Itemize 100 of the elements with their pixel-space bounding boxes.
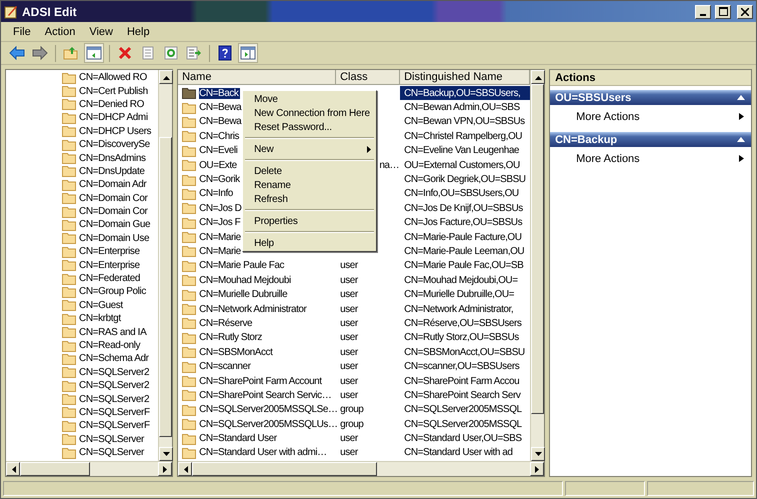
column-header[interactable]: Class [336, 70, 400, 85]
table-cell[interactable]: CN=Gorik [199, 174, 240, 186]
table-cell[interactable]: CN=SBSMonAcct [199, 346, 272, 358]
table-cell[interactable]: CN=Murielle Dubruille [199, 289, 288, 300]
column-header[interactable]: Distinguished Name [400, 70, 530, 85]
tree-item[interactable]: CN=SQLServer2 [79, 380, 150, 392]
actions-header: Actions [550, 70, 751, 86]
tree-item[interactable]: CN=DnsUpdate [79, 166, 145, 177]
menu-item[interactable]: Reset Password... [243, 120, 376, 134]
table-cell[interactable]: CN=Network Administrator [199, 304, 306, 315]
folder-icon [182, 375, 196, 387]
tree-item[interactable]: CN=RAS and IA [79, 326, 146, 338]
table-cell[interactable]: CN=SharePoint Farm Account [199, 376, 322, 386]
table-cell[interactable]: CN=Marie [199, 246, 241, 257]
action-item[interactable]: More Actions [550, 147, 751, 170]
tree-item[interactable]: CN=Cert Publish [79, 86, 148, 97]
tree-item[interactable]: CN=SQLServer2 [79, 394, 150, 405]
folder-icon [62, 272, 76, 285]
vertical-scrollbar[interactable] [158, 70, 172, 461]
tree-item[interactable]: CN=Domain Cor [79, 192, 148, 204]
table-cell[interactable]: CN=Bewa [199, 116, 242, 128]
tree-item[interactable]: CN=Group Polic [79, 286, 146, 298]
minimize-button[interactable] [695, 4, 711, 18]
maximize-button[interactable] [715, 4, 731, 18]
tree-item[interactable]: CN=SQLServer [79, 434, 144, 445]
tree-item[interactable]: CN=Federated [79, 273, 140, 284]
table-cell[interactable]: CN=Rutly Storz [199, 332, 262, 344]
table-cell[interactable]: CN=scanner [199, 361, 250, 372]
tree-item[interactable]: CN=Domain Adr [79, 179, 146, 190]
tree-item[interactable]: CN=DiscoverySe [79, 139, 150, 150]
menu-item[interactable]: Delete [243, 164, 376, 178]
table-cell: CN=Jos De Knijf,OU=SBSUs [404, 202, 523, 214]
menu-item[interactable]: New Connection from Here [243, 106, 376, 120]
table-cell[interactable]: CN=Standard User [199, 433, 277, 444]
table-cell[interactable]: CN=Marie [199, 232, 241, 243]
menu-item[interactable]: Help [120, 26, 157, 38]
forward-button[interactable] [30, 43, 50, 63]
menu-item[interactable]: Move [243, 92, 376, 106]
menu-item[interactable]: Properties [243, 214, 376, 228]
table-cell: user [340, 390, 358, 401]
menu-item[interactable]: Action [38, 26, 82, 38]
table-cell[interactable]: CN=Jos D [199, 202, 242, 214]
table-cell[interactable]: CN=SharePoint Search Servic… [199, 390, 332, 401]
menu-item[interactable]: Refresh [243, 192, 376, 206]
tree-item[interactable]: CN=Domain Gue [79, 219, 150, 230]
action-group-header[interactable]: CN=Backup [550, 132, 751, 147]
tree-item[interactable]: CN=Read-only [79, 340, 140, 351]
table-cell: user [340, 361, 358, 372]
tree-item[interactable]: CN=Schema Adr [79, 353, 149, 364]
action-item[interactable]: More Actions [550, 105, 751, 128]
tree-item[interactable]: CN=Domain Cor [79, 206, 148, 218]
back-button[interactable] [7, 43, 27, 63]
action-group-header[interactable]: OU=SBSUsers [550, 90, 751, 105]
table-cell[interactable]: CN=Standard User with admi… [199, 447, 327, 458]
tree-toggle-button[interactable] [84, 43, 104, 63]
tree-item[interactable]: CN=DHCP Admi [79, 112, 148, 124]
table-cell[interactable]: CN=Back [199, 88, 240, 99]
left-arrow-icon [182, 466, 189, 472]
table-cell[interactable]: CN=Réserve [199, 318, 252, 329]
table-cell: CN=Réserve,OU=SBSUsers [404, 318, 522, 329]
tree-item[interactable]: CN=Denied RO [79, 98, 144, 110]
tree-item[interactable]: CN=SQLServer2 [79, 366, 150, 378]
table-cell[interactable]: OU=Exte [199, 160, 237, 171]
table-cell[interactable]: CN=SQLServer2005MSSQLSe… [199, 404, 338, 416]
table-cell[interactable]: CN=Jos F [199, 217, 240, 228]
menu-item[interactable]: New [243, 142, 376, 156]
table-cell[interactable]: CN=Bewa [199, 102, 242, 114]
tree-item[interactable]: CN=SQLServer [79, 447, 144, 458]
menu-item[interactable]: Help [243, 236, 376, 250]
action-pane-toggle-button[interactable] [238, 43, 258, 63]
window-title: ADSI Edit [22, 4, 78, 18]
table-cell: CN=SQLServer2005MSSQL [404, 418, 522, 430]
tree-item[interactable]: CN=Enterprise [79, 260, 140, 271]
table-cell[interactable]: CN=Marie Paule Fac [199, 260, 284, 272]
table-cell: CN=Info,OU=SBSUsers,OU [404, 188, 519, 200]
folder-icon [182, 130, 196, 142]
tree-item[interactable]: CN=Enterprise [79, 246, 140, 258]
menu-item[interactable]: View [82, 26, 120, 38]
close-button[interactable] [737, 4, 753, 18]
folder-icon [62, 138, 76, 151]
table-cell[interactable]: CN=Info [199, 188, 233, 200]
menu-item[interactable]: Rename [243, 178, 376, 192]
tree-item[interactable]: CN=SQLServerF [79, 406, 150, 418]
menu-item[interactable]: File [6, 26, 38, 38]
table-cell: CN=Bewan VPN,OU=SBSUs [404, 116, 525, 128]
table-cell[interactable]: CN=Chris [199, 130, 240, 142]
horizontal-scrollbar[interactable] [6, 461, 172, 476]
table-cell[interactable]: CN=Eveli [199, 145, 238, 156]
tree-item[interactable]: CN=SQLServerF [79, 420, 150, 432]
tree-item[interactable]: CN=Allowed RO [79, 72, 147, 84]
tree-item[interactable]: CN=DHCP Users [79, 126, 152, 137]
tree-item[interactable]: CN=krbtgt [79, 313, 121, 324]
table-cell[interactable]: CN=SQLServer2005MSSQLUs… [199, 418, 338, 430]
tree-item[interactable]: CN=Domain Use [79, 232, 150, 244]
tree-item[interactable]: CN=DnsAdmins [79, 152, 146, 164]
vertical-scrollbar[interactable] [530, 70, 544, 461]
table-cell[interactable]: CN=Mouhad Mejdoubi [199, 274, 291, 286]
column-header[interactable]: Name [178, 70, 336, 85]
horizontal-scrollbar[interactable] [178, 461, 544, 476]
tree-item[interactable]: CN=Guest [79, 300, 123, 311]
